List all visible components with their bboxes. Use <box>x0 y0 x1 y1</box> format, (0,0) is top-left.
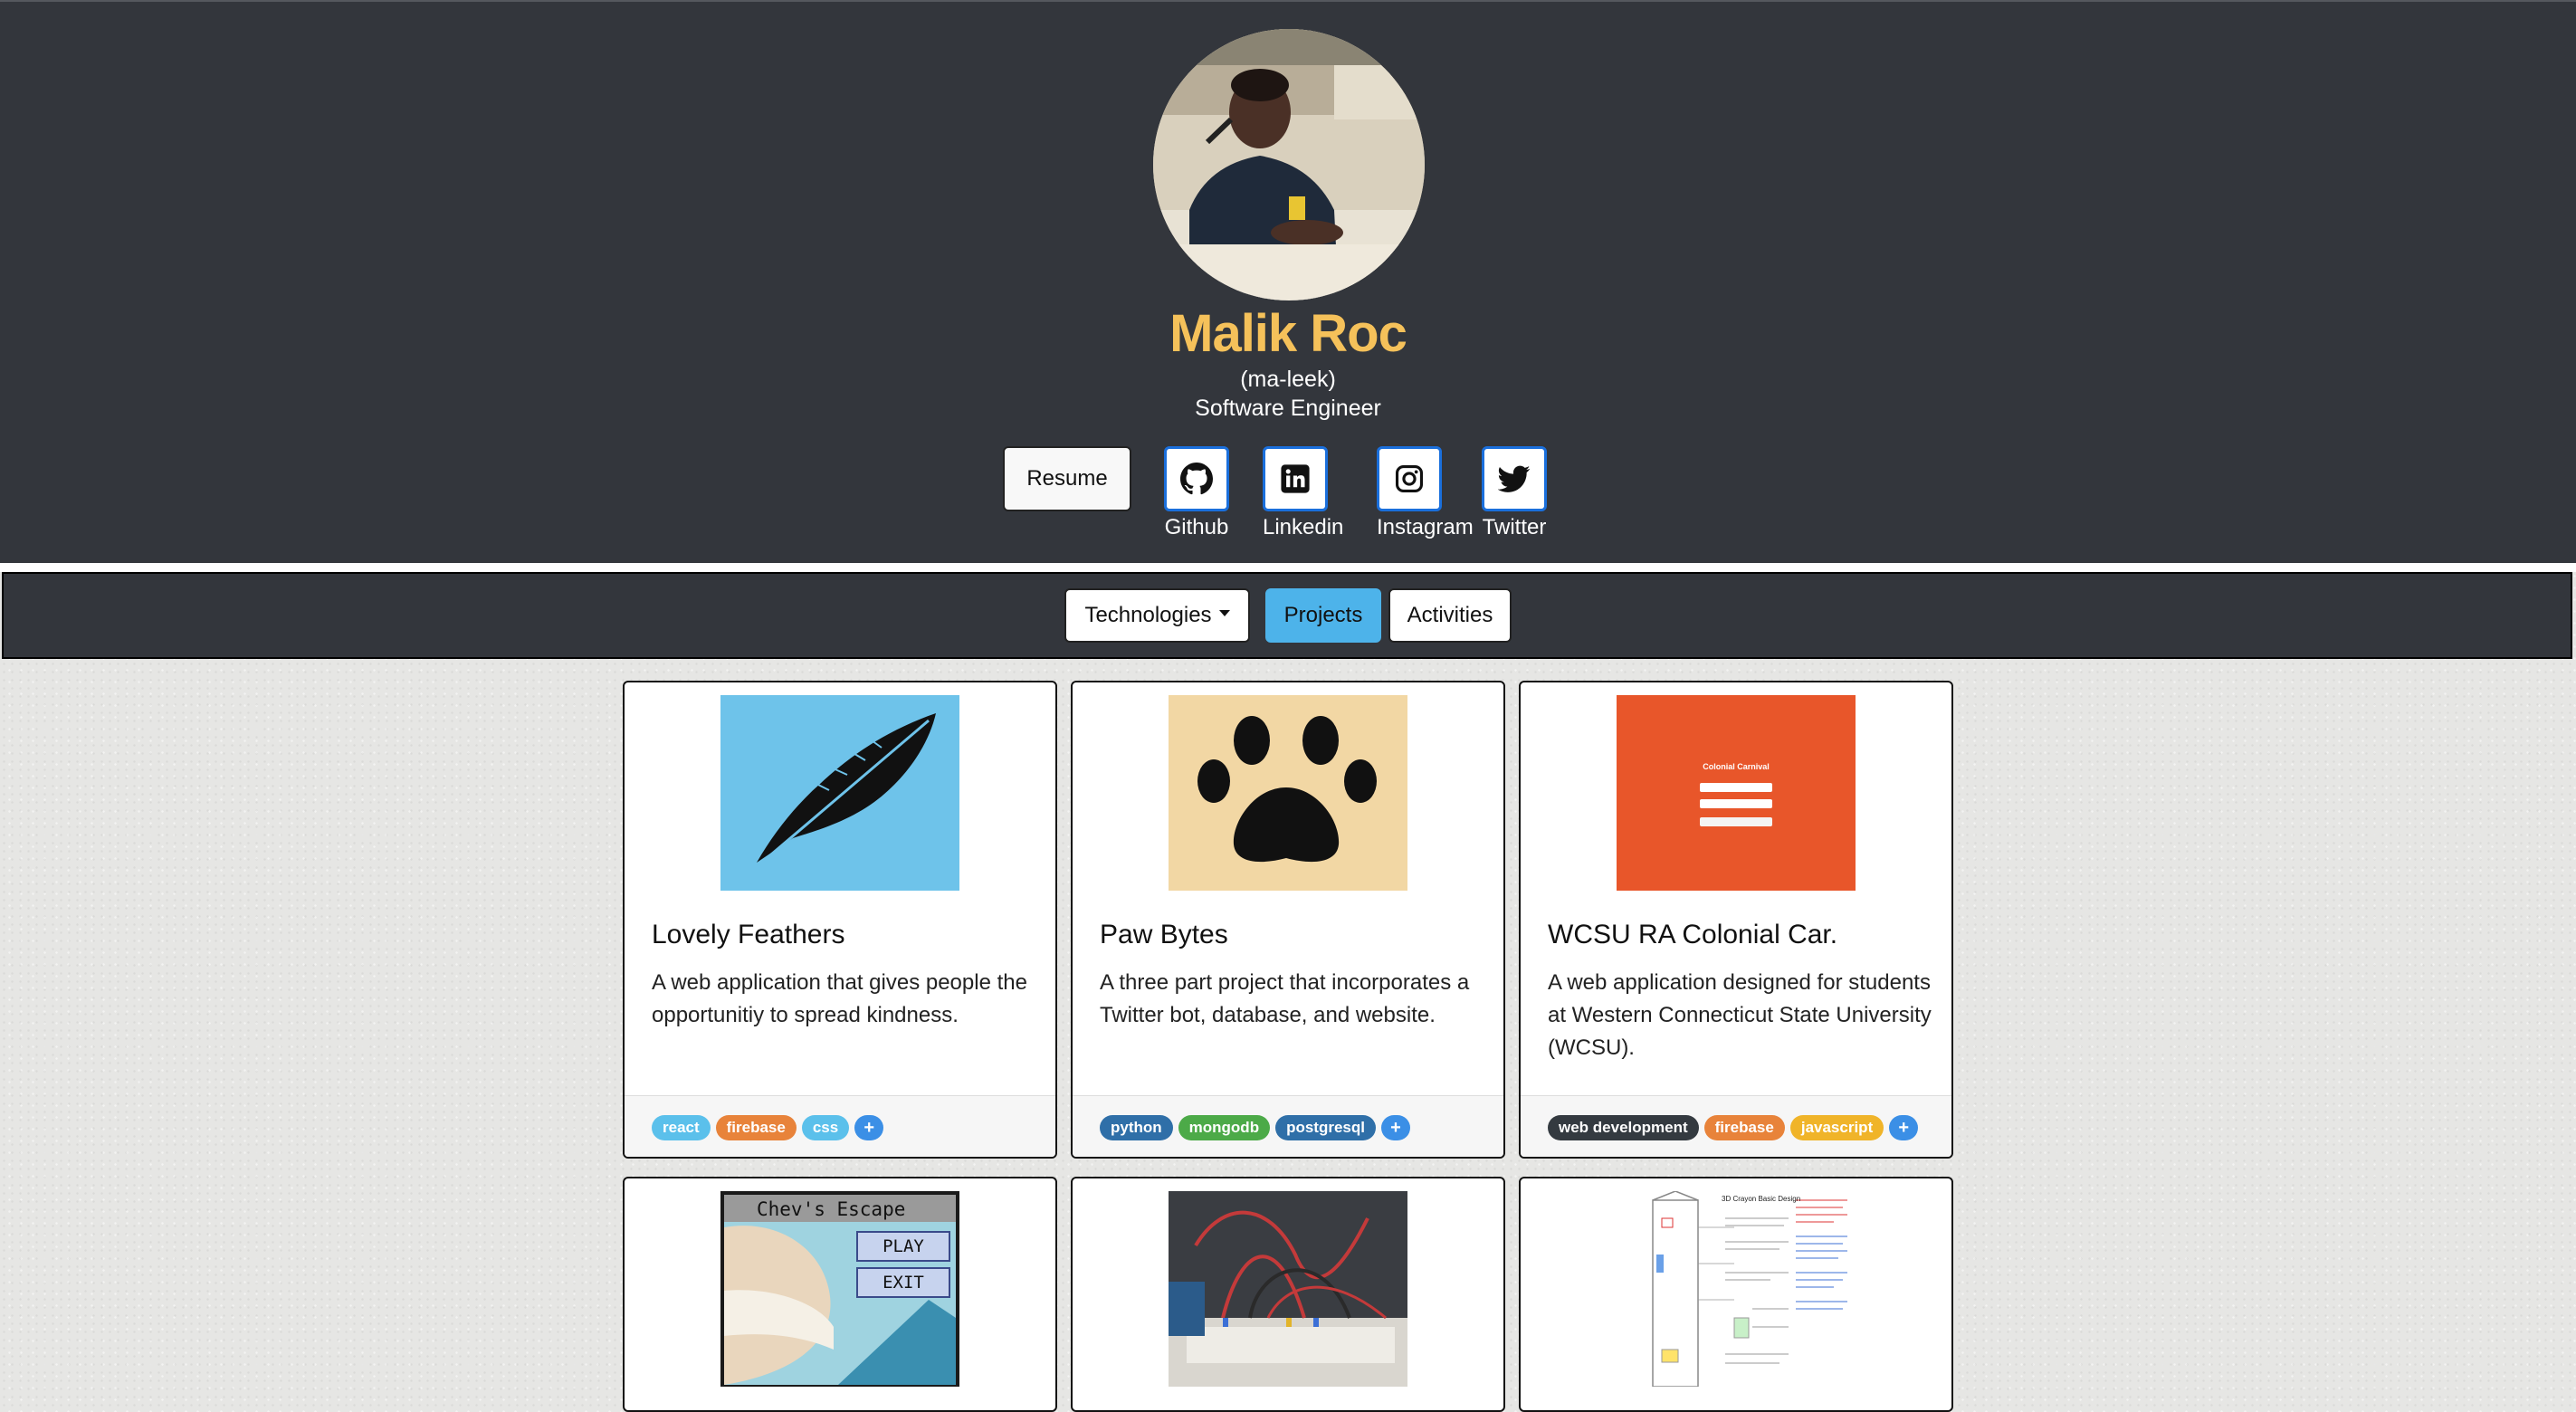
project-tags: web development firebase javascript + <box>1521 1095 1951 1157</box>
github-link[interactable]: Github <box>1164 446 1229 540</box>
tag-postgresql[interactable]: postgresql <box>1275 1114 1376 1140</box>
resume-button[interactable]: Resume <box>1003 446 1131 511</box>
twitter-label: Twitter <box>1482 515 1547 539</box>
project-card[interactable]: Colonial Carnival WCSU RA Colonial Car. … <box>1519 681 1953 1159</box>
technologies-dropdown[interactable]: Technologies <box>1064 588 1250 643</box>
instagram-icon[interactable] <box>1377 446 1442 511</box>
caret-down-icon <box>1218 609 1230 616</box>
instagram-link[interactable]: Instagram <box>1377 446 1474 540</box>
project-card[interactable] <box>1071 1177 1505 1412</box>
tag-firebase[interactable]: firebase <box>715 1114 797 1140</box>
twitter-link[interactable]: Twitter <box>1482 446 1547 540</box>
project-card[interactable]: Chev's Escape PLAY EXIT <box>623 1177 1057 1412</box>
profile-header: Malik Roc (ma-leek) Software Engineer Re… <box>0 0 2576 563</box>
project-tags: react firebase css + <box>625 1095 1055 1157</box>
projects-tab[interactable]: Projects <box>1265 588 1381 643</box>
tag-web-development[interactable]: web development <box>1548 1114 1699 1140</box>
tag-javascript[interactable]: javascript <box>1789 1114 1884 1140</box>
instagram-label: Instagram <box>1377 515 1474 539</box>
tag-mongodb[interactable]: mongodb <box>1178 1114 1271 1140</box>
linkedin-label: Linkedin <box>1263 515 1344 539</box>
avatar <box>1153 29 1425 301</box>
thumbnail-caption: Colonial Carnival <box>1703 762 1770 771</box>
thumbnail-field <box>1700 783 1772 792</box>
project-card[interactable]: Paw Bytes A three part project that inco… <box>1071 681 1505 1159</box>
project-thumbnail[interactable] <box>1169 1191 1407 1387</box>
project-description: A web application designed for students … <box>1548 970 1932 1060</box>
project-title: Lovely Feathers <box>652 920 845 949</box>
more-tags-button[interactable]: + <box>854 1114 884 1140</box>
twitter-icon[interactable] <box>1482 446 1547 511</box>
project-card[interactable]: 3D Crayon Basic Design <box>1519 1177 1953 1412</box>
project-thumbnail[interactable]: Chev's Escape PLAY EXIT <box>720 1191 959 1387</box>
job-title: Software Engineer <box>1195 396 1381 421</box>
technologies-label: Technologies <box>1084 603 1212 627</box>
tag-python[interactable]: python <box>1100 1114 1173 1140</box>
project-title: Paw Bytes <box>1100 920 1228 949</box>
project-thumbnail[interactable] <box>1169 695 1407 891</box>
thumbnail-field <box>1700 799 1772 808</box>
github-label: Github <box>1164 515 1229 539</box>
project-title: WCSU RA Colonial Car. <box>1548 920 1838 949</box>
tag-react[interactable]: react <box>652 1114 711 1140</box>
project-description: A web application that gives people the … <box>652 970 1027 1027</box>
linkedin-link[interactable]: Linkedin <box>1263 446 1344 540</box>
tag-css[interactable]: css <box>801 1114 850 1140</box>
header-divider <box>0 563 2576 572</box>
project-thumbnail[interactable] <box>720 695 959 891</box>
project-description: A three part project that incorporates a… <box>1100 970 1470 1027</box>
github-icon[interactable] <box>1164 446 1229 511</box>
activities-tab[interactable]: Activities <box>1388 588 1512 643</box>
project-thumbnail[interactable]: 3D Crayon Basic Design <box>1617 1191 1856 1387</box>
profile-name: Malik Roc <box>1169 304 1407 363</box>
linkedin-icon[interactable] <box>1263 446 1328 511</box>
pronunciation: (ma-leek) <box>1240 367 1336 392</box>
thumbnail-button <box>1700 817 1772 826</box>
project-thumbnail[interactable]: Colonial Carnival <box>1617 695 1856 891</box>
design-doc-caption: 3D Crayon Basic Design <box>1722 1195 1801 1203</box>
tag-firebase[interactable]: firebase <box>1703 1114 1785 1140</box>
game-title-text: Chev's Escape <box>757 1198 906 1220</box>
more-tags-button[interactable]: + <box>1380 1114 1410 1140</box>
project-tags: python mongodb postgresql + <box>1073 1095 1503 1157</box>
more-tags-button[interactable]: + <box>1889 1114 1919 1140</box>
project-card[interactable]: Lovely Feathers A web application that g… <box>623 681 1057 1159</box>
game-play-button: PLAY <box>856 1231 950 1262</box>
game-exit-button: EXIT <box>856 1267 950 1298</box>
